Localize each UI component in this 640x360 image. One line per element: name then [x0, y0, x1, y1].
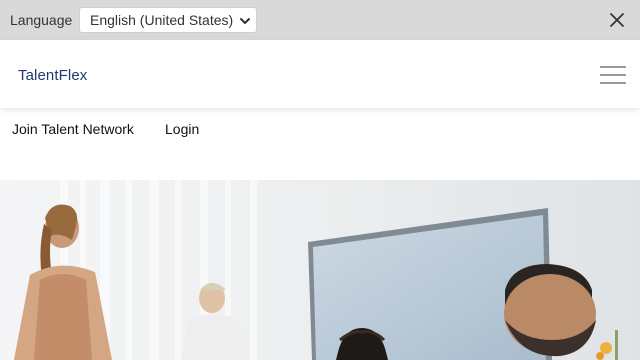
close-icon[interactable]: [608, 11, 626, 29]
language-select[interactable]: English (United States): [79, 7, 257, 33]
language-bar: Language English (United States): [0, 0, 640, 40]
top-nav: Join Talent Network Login: [0, 108, 640, 180]
language-label: Language: [10, 12, 73, 28]
hero-image: [0, 180, 640, 360]
join-talent-network-link[interactable]: Join Talent Network: [12, 121, 134, 137]
language-select-value: English (United States): [90, 12, 234, 28]
site-header: TalentFlex: [0, 40, 640, 108]
login-link[interactable]: Login: [165, 121, 199, 137]
logo[interactable]: TalentFlex: [18, 67, 87, 84]
chevron-down-icon: [240, 18, 250, 24]
hamburger-menu-icon[interactable]: [600, 64, 626, 86]
